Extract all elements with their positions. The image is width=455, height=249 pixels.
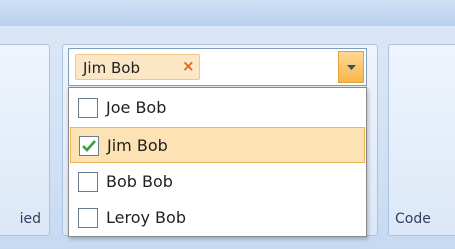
- option-label: Leroy Bob: [106, 208, 186, 227]
- checkbox-checked[interactable]: [79, 136, 99, 156]
- list-item-leroy-bob[interactable]: Leroy Bob: [70, 200, 365, 236]
- column-header-left[interactable]: ied: [0, 44, 50, 236]
- multiselect-combo[interactable]: Jim Bob ×: [68, 48, 367, 86]
- column-header-code[interactable]: Code: [388, 44, 455, 236]
- list-item-jim-bob[interactable]: Jim Bob: [70, 127, 365, 163]
- selected-token-label: Jim Bob: [83, 59, 140, 77]
- dropdown-toggle-button[interactable]: [338, 51, 364, 83]
- selected-token: Jim Bob ×: [75, 54, 200, 80]
- checkbox[interactable]: [78, 172, 98, 192]
- dropdown-list: Joe Bob Jim Bob Bob Bob Leroy Bob: [68, 87, 367, 237]
- checkbox[interactable]: [78, 208, 98, 228]
- column-header-left-label: ied: [19, 211, 41, 227]
- checkmark-icon: [82, 140, 96, 152]
- option-label: Joe Bob: [106, 98, 167, 117]
- list-item-joe-bob[interactable]: Joe Bob: [70, 90, 365, 126]
- token-remove-icon[interactable]: ×: [182, 57, 195, 75]
- top-bar: [0, 0, 455, 27]
- column-header-code-label: Code: [395, 211, 431, 227]
- option-label: Jim Bob: [107, 136, 168, 155]
- option-label: Bob Bob: [106, 172, 173, 191]
- list-item-bob-bob[interactable]: Bob Bob: [70, 164, 365, 200]
- checkbox[interactable]: [78, 98, 98, 118]
- chevron-down-icon: [347, 65, 356, 70]
